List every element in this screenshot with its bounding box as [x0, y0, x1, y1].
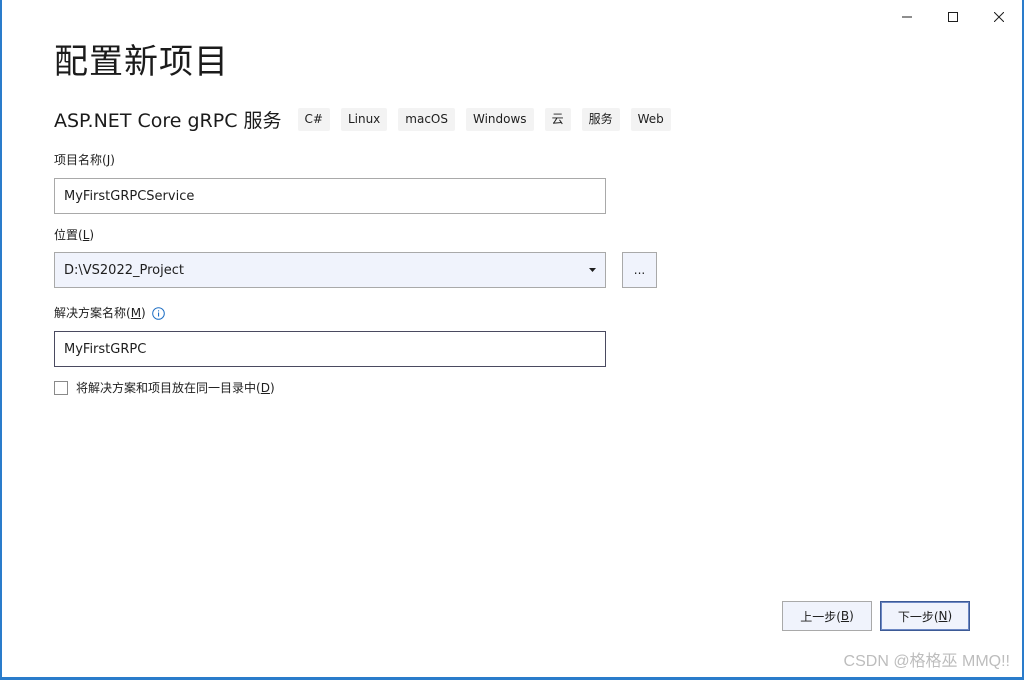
solution-name-label: 解决方案名称(M): [54, 305, 165, 321]
tag-macos: macOS: [398, 107, 455, 131]
back-button[interactable]: 上一步(B): [782, 601, 872, 631]
browse-button[interactable]: ...: [622, 252, 657, 288]
window-controls: [884, 0, 1022, 34]
location-label: 位置(L): [54, 228, 95, 242]
tag-cloud: 云: [544, 107, 571, 131]
project-name-label: 项目名称(J): [54, 153, 115, 167]
location-combobox[interactable]: D:\VS2022_Project: [54, 252, 606, 288]
project-name-input[interactable]: MyFirstGRPCService: [54, 178, 606, 214]
dropdown-arrow-icon: [589, 268, 596, 272]
tag-web: Web: [630, 107, 671, 131]
close-icon: [994, 12, 1004, 22]
tag-linux: Linux: [340, 107, 388, 131]
tag-windows: Windows: [465, 107, 534, 131]
same-directory-option[interactable]: 将解决方案和项目放在同一目录中(D): [54, 379, 275, 396]
maximize-icon: [948, 12, 958, 22]
minimize-icon: [902, 16, 912, 18]
template-name: ASP.NET Core gRPC 服务: [54, 109, 282, 132]
minimize-button[interactable]: [884, 0, 930, 34]
tag-csharp: C#: [297, 107, 330, 131]
solution-name-input[interactable]: MyFirstGRPC: [54, 331, 606, 367]
next-button[interactable]: 下一步(N): [880, 601, 970, 631]
location-value: D:\VS2022_Project: [64, 262, 184, 278]
same-directory-checkbox[interactable]: [54, 380, 68, 395]
page-title: 配置新项目: [54, 42, 229, 82]
info-icon[interactable]: [151, 306, 165, 320]
close-button[interactable]: [976, 0, 1022, 34]
watermark: CSDN @格格巫 MMQ!!: [843, 653, 1010, 670]
configure-project-dialog: 配置新项目 ASP.NET Core gRPC 服务 C# Linux macO…: [2, 0, 1022, 677]
template-info: ASP.NET Core gRPC 服务 C# Linux macOS Wind…: [54, 104, 682, 134]
tag-service: 服务: [581, 107, 620, 131]
maximize-button[interactable]: [930, 0, 976, 34]
